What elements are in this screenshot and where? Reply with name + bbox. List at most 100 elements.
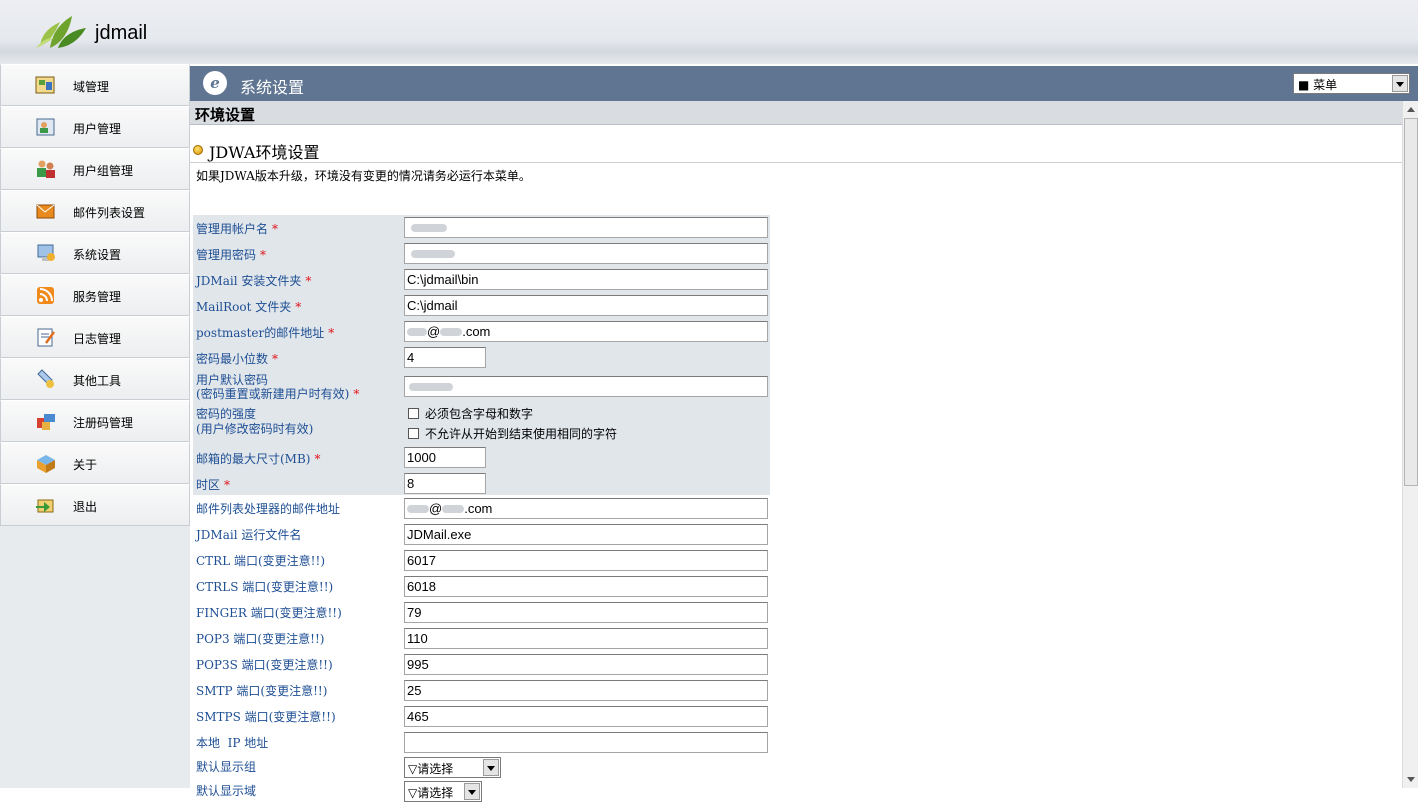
- form-row-timezone: 时区 * 8: [193, 471, 770, 495]
- checkbox-no-repeated-chars[interactable]: 不允许从开始到结束使用相同的字符: [408, 425, 617, 442]
- field-label: MailRoot 文件夹: [196, 300, 292, 314]
- form-row-default-group: 默认显示组 ▽请选择: [193, 755, 770, 781]
- field-label: 本地 IP 地址: [196, 736, 269, 750]
- tools-icon: [37, 369, 54, 388]
- registration-icon: [37, 414, 55, 430]
- mailing-list-icon: [36, 204, 55, 219]
- sidebar-item-label: 用户管理: [73, 122, 122, 136]
- sidebar-item-logs[interactable]: 日志管理: [0, 316, 190, 358]
- user-group-icon: [37, 160, 55, 178]
- form-row-list-handler-address: 邮件列表处理器的邮件地址 @ .com: [193, 495, 770, 521]
- page-title: 系统设置: [240, 78, 305, 97]
- form-row-admin-password: 管理用密码* •••••••: [193, 241, 770, 267]
- scroll-up-arrow-icon[interactable]: [1403, 101, 1418, 118]
- install-folder-input[interactable]: C:\jdmail\bin: [404, 269, 768, 290]
- form-row-mailroot-folder: MailRoot 文件夹 * C:\jdmail: [193, 293, 770, 319]
- pop3-port-input[interactable]: 110: [404, 628, 768, 649]
- required-mark: *: [224, 478, 231, 492]
- field-label: FINGER 端口(变更注意!!): [196, 606, 342, 620]
- scrollbar-thumb[interactable]: [1404, 118, 1418, 486]
- mailbox-max-size-input[interactable]: 1000: [404, 447, 486, 468]
- field-label: JDMail 运行文件名: [196, 528, 302, 542]
- checkbox-require-alnum[interactable]: 必须包含字母和数字: [408, 405, 533, 422]
- required-mark: *: [314, 452, 321, 466]
- field-label: JDMail 安装文件夹: [196, 274, 302, 288]
- admin-account-input[interactable]: admin: [404, 217, 768, 238]
- ctrls-port-input[interactable]: 6018: [404, 576, 768, 597]
- settings-e-icon: e: [203, 71, 227, 95]
- form-row-pop3s-port: POP3S 端口(变更注意!!) 995: [193, 651, 770, 677]
- sidebar-item-label: 系统设置: [73, 248, 122, 262]
- postmaster-address-input[interactable]: @ .com: [404, 321, 768, 342]
- field-label: 管理用密码: [196, 248, 257, 262]
- finger-port-input[interactable]: 79: [404, 602, 768, 623]
- sidebar-item-user-groups[interactable]: 用户组管理: [0, 148, 190, 190]
- field-label: POP3 端口(变更注意!!): [196, 632, 325, 646]
- list-handler-address-input[interactable]: @ .com: [404, 498, 768, 519]
- default-domain-select[interactable]: ▽请选择: [404, 781, 482, 802]
- ctrl-port-input[interactable]: 6017: [404, 550, 768, 571]
- field-label: CTRL 端口(变更注意!!): [196, 554, 326, 568]
- password-min-length-input[interactable]: 4: [404, 347, 486, 368]
- log-icon: [37, 328, 56, 347]
- sidebar-item-about[interactable]: 关于: [0, 442, 190, 484]
- sidebar-item-mailing-list[interactable]: 邮件列表设置: [0, 190, 190, 232]
- smtps-port-input[interactable]: 465: [404, 706, 768, 727]
- chevron-down-icon[interactable]: [483, 759, 499, 776]
- sidebar: 域管理 用户管理 用户组管理 邮件列表设置 系统设置 服务管理 日志管理 其他工…: [0, 64, 190, 788]
- form-row-ctrl-port: CTRL 端口(变更注意!!) 6017: [193, 547, 770, 573]
- mailroot-folder-input[interactable]: C:\jdmail: [404, 295, 768, 316]
- sidebar-item-label: 邮件列表设置: [73, 206, 146, 220]
- bullet-icon: [193, 145, 203, 155]
- required-mark: *: [272, 352, 279, 366]
- menu-select-value: ■ 菜单: [1298, 78, 1338, 92]
- page-titlebar: e 系统设置 ■ 菜单: [190, 66, 1418, 101]
- local-ip-input[interactable]: [404, 732, 768, 753]
- run-filename-input[interactable]: JDMail.exe: [404, 524, 768, 545]
- default-group-select[interactable]: ▽请选择: [404, 757, 501, 778]
- admin-password-input[interactable]: •••••••: [404, 243, 768, 264]
- sidebar-item-system-settings[interactable]: 系统设置: [0, 232, 190, 274]
- about-icon: [37, 455, 55, 473]
- form-row-smtp-port: SMTP 端口(变更注意!!) 25: [193, 677, 770, 703]
- pop3s-port-input[interactable]: 995: [404, 654, 768, 675]
- checkbox-box[interactable]: [408, 408, 419, 419]
- sidebar-item-tools[interactable]: 其他工具: [0, 358, 190, 400]
- sidebar-item-label: 其他工具: [73, 374, 122, 388]
- system-settings-icon: [37, 244, 55, 261]
- sidebar-item-users[interactable]: 用户管理: [0, 106, 190, 148]
- field-label: 邮箱的最大尺寸(MB): [196, 452, 311, 466]
- sidebar-item-registration[interactable]: 注册码管理: [0, 400, 190, 442]
- default-password-input[interactable]: [404, 376, 768, 397]
- required-mark: *: [353, 387, 360, 401]
- form-row-pop3-port: POP3 端口(变更注意!!) 110: [193, 625, 770, 651]
- field-label-hint: (用户修改密码时有效): [196, 422, 314, 436]
- form-row-smtps-port: SMTPS 端口(变更注意!!) 465: [193, 703, 770, 729]
- sidebar-item-services[interactable]: 服务管理: [0, 274, 190, 316]
- sidebar-item-domain[interactable]: 域管理: [0, 64, 190, 106]
- menu-select[interactable]: ■ 菜单: [1293, 73, 1410, 94]
- field-label: 管理用帐户名: [196, 222, 269, 236]
- form-row-finger-port: FINGER 端口(变更注意!!) 79: [193, 599, 770, 625]
- smtp-port-input[interactable]: 25: [404, 680, 768, 701]
- sidebar-item-logout[interactable]: 退出: [0, 484, 190, 526]
- required-mark: *: [260, 248, 267, 262]
- scroll-down-arrow-icon[interactable]: [1403, 771, 1418, 788]
- sidebar-item-label: 注册码管理: [73, 416, 134, 430]
- form-row-local-ip: 本地 IP 地址: [193, 729, 770, 755]
- sidebar-item-label: 退出: [73, 500, 98, 514]
- form-row-default-password: 用户默认密码 (密码重置或新建用户时有效) *: [193, 371, 770, 401]
- chevron-down-icon[interactable]: [464, 783, 480, 800]
- field-label: postmaster的邮件地址: [196, 326, 325, 340]
- panel-title: JDWA环境设置: [209, 143, 320, 162]
- timezone-input[interactable]: 8: [404, 473, 486, 494]
- form-row-postmaster-address: postmaster的邮件地址 * @ .com: [193, 319, 770, 345]
- app-header: jdmail: [0, 0, 1418, 64]
- form-row-admin-account: 管理用帐户名* admin: [193, 215, 770, 241]
- field-label: 密码最小位数: [196, 352, 269, 366]
- chevron-down-icon[interactable]: [1392, 75, 1408, 92]
- field-label: 默认显示域: [196, 784, 257, 798]
- field-label: 时区: [196, 478, 221, 492]
- vertical-scrollbar[interactable]: [1402, 101, 1418, 788]
- checkbox-box[interactable]: [408, 428, 419, 439]
